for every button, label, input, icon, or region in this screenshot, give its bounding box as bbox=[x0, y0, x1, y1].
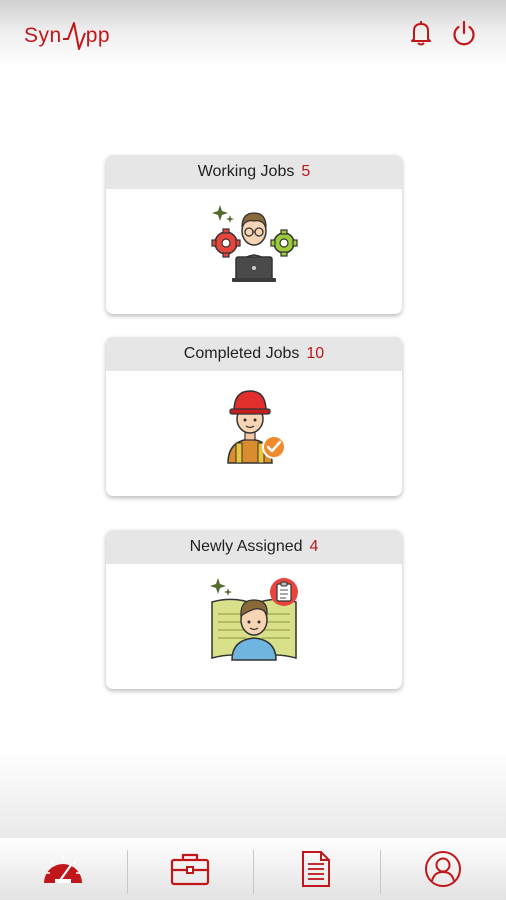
developer-laptop-gears-illustration bbox=[211, 205, 298, 282]
person-assigned-document-illustration bbox=[210, 578, 298, 661]
logo-pulse-icon bbox=[62, 22, 86, 50]
logo-text-right: pp bbox=[85, 24, 111, 47]
card-title: Completed Jobs bbox=[183, 345, 300, 362]
power-icon bbox=[453, 20, 475, 46]
completed-jobs-card[interactable]: Completed Jobs 10 bbox=[106, 337, 402, 496]
logout-button[interactable] bbox=[449, 18, 479, 48]
tab-documents[interactable] bbox=[253, 838, 380, 900]
dashboard-gauge-icon bbox=[44, 855, 83, 883]
card-count-badge: 4 bbox=[309, 538, 319, 555]
card-count-badge: 10 bbox=[306, 345, 325, 362]
tab-profile[interactable] bbox=[379, 838, 506, 900]
card-body bbox=[106, 564, 402, 689]
bottom-gradient bbox=[0, 750, 506, 838]
app-header: Syn pp bbox=[0, 0, 506, 68]
worker-hardhat-check-illustration bbox=[227, 390, 286, 464]
bell-icon bbox=[411, 21, 431, 46]
app-logo: Syn pp bbox=[24, 18, 110, 54]
card-body bbox=[106, 371, 402, 496]
tab-dashboard[interactable] bbox=[0, 838, 127, 900]
document-icon bbox=[302, 851, 331, 887]
logo-text-left: Syn bbox=[24, 24, 62, 47]
working-jobs-card[interactable]: Working Jobs 5 bbox=[106, 155, 402, 314]
card-title: Newly Assigned bbox=[189, 538, 303, 555]
card-body bbox=[106, 189, 402, 314]
card-header: Completed Jobs 10 bbox=[106, 337, 402, 371]
card-title: Working Jobs bbox=[197, 163, 295, 180]
briefcase-icon bbox=[170, 853, 209, 886]
newly-assigned-card[interactable]: Newly Assigned 4 bbox=[106, 530, 402, 689]
card-header: Newly Assigned 4 bbox=[106, 530, 402, 564]
tab-jobs[interactable] bbox=[126, 838, 254, 900]
bottom-tab-bar bbox=[0, 838, 506, 900]
profile-icon bbox=[424, 851, 461, 887]
notifications-button[interactable] bbox=[406, 18, 436, 48]
card-header: Working Jobs 5 bbox=[106, 155, 402, 189]
card-count-badge: 5 bbox=[301, 163, 311, 180]
